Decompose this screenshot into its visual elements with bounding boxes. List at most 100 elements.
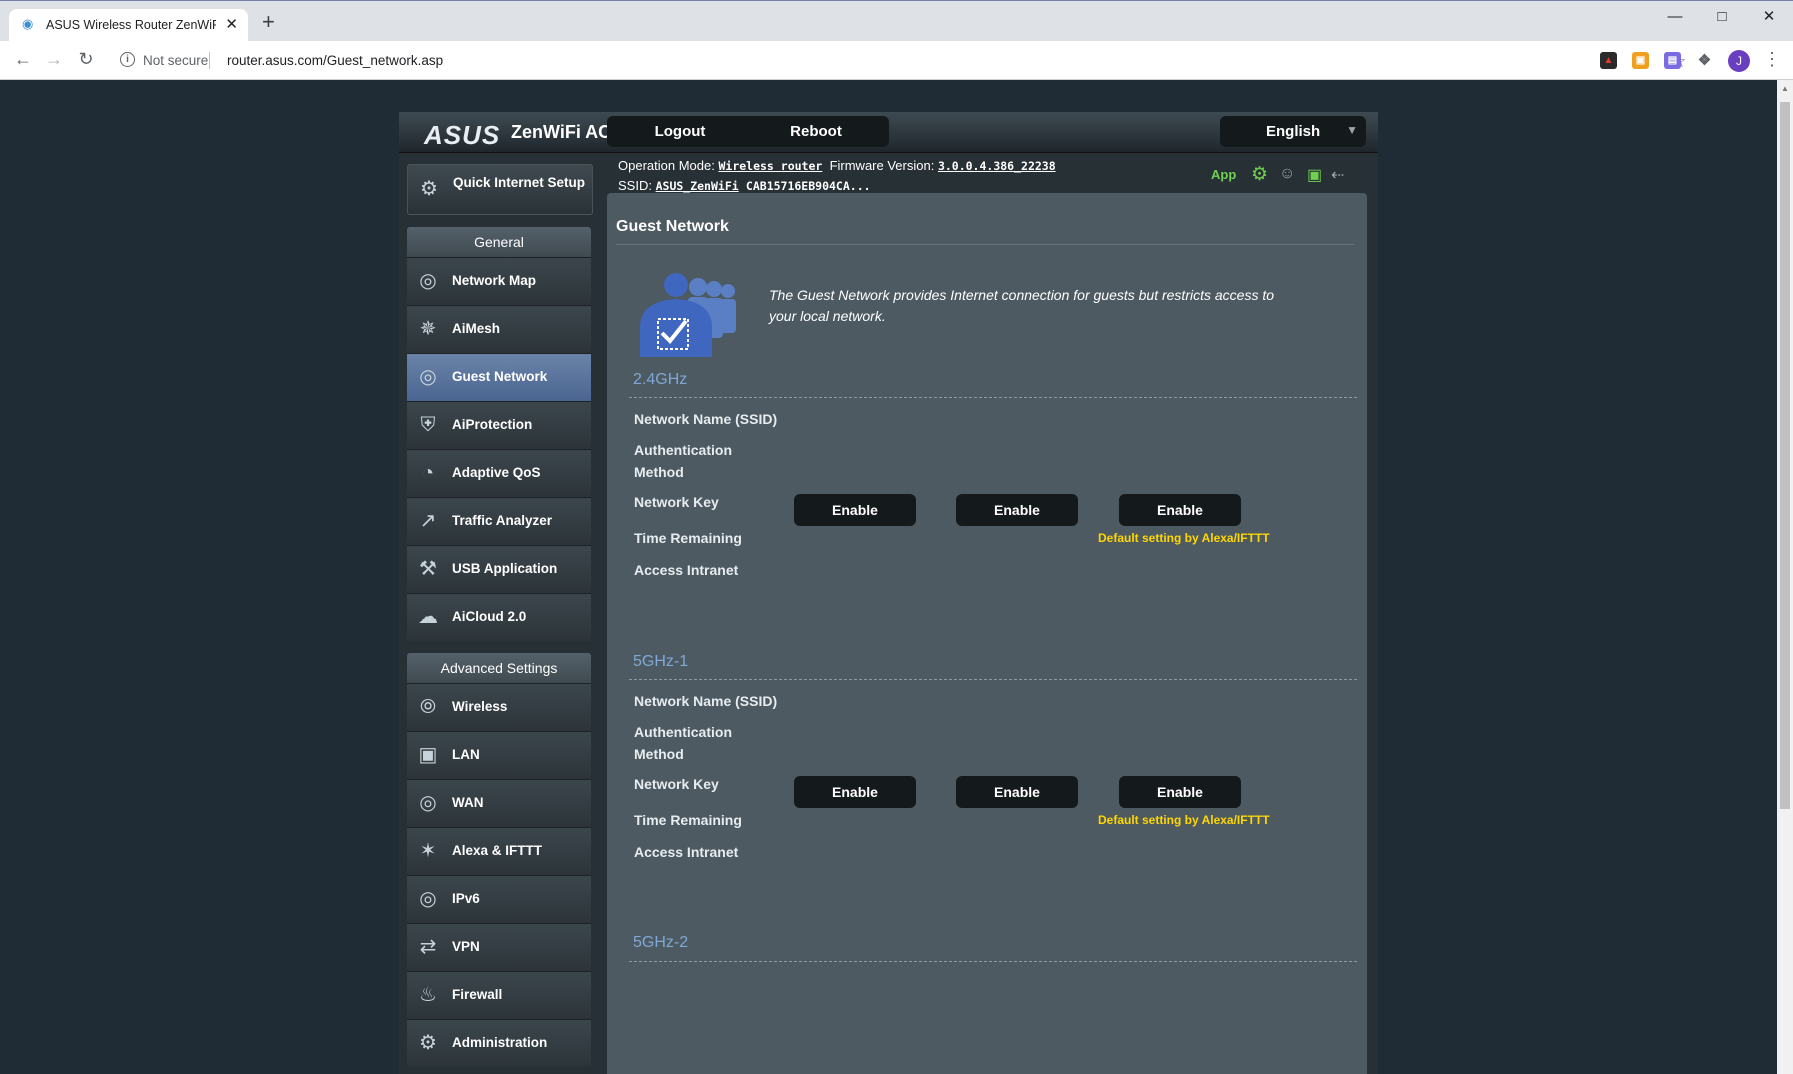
url-text[interactable]: router.asus.com/Guest_network.asp <box>227 53 443 68</box>
sidebar-item-vpn[interactable]: ⇄ VPN <box>407 923 591 971</box>
page-title: Guest Network <box>616 218 729 235</box>
enable-button[interactable]: Enable <box>956 494 1078 526</box>
op-mode-label: Operation Mode: <box>618 158 715 173</box>
sidebar-item-wan[interactable]: ◎ WAN <box>407 779 591 827</box>
wand-icon: ⚙ <box>420 178 438 200</box>
main-panel: Guest Network The Guest Network provides… <box>607 193 1367 1074</box>
close-window-icon[interactable]: ✕ <box>1749 5 1789 29</box>
sidebar-item-alexa-ifttt[interactable]: ✶ Alexa & IFTTT <box>407 827 591 875</box>
browser-tab[interactable]: ◉ ASUS Wireless Router ZenWiFi AC ✕ <box>9 9 248 42</box>
page-scrollbar[interactable]: ▲ <box>1777 80 1793 1074</box>
general-menu: General ◎ Network Map ✵ AiMesh ◎ Guest N… <box>407 227 591 641</box>
lock-icon: ⛨ <box>420 414 436 436</box>
docs-extension-icon[interactable]: ▤ <box>1664 52 1681 69</box>
wan-icon: ◎ <box>419 792 437 814</box>
fw-label: Firmware Version: <box>829 158 935 173</box>
tab-title: ASUS Wireless Router ZenWiFi AC <box>46 18 216 32</box>
globe-icon: ◎ <box>419 270 437 292</box>
close-tab-icon[interactable]: ✕ <box>225 15 238 33</box>
reload-icon[interactable]: ↻ <box>76 49 96 70</box>
sidebar-item-wireless[interactable]: ⦾ Wireless <box>407 683 591 731</box>
description-text: The Guest Network provides Internet conn… <box>769 287 1275 324</box>
usb-status-icon[interactable]: ⇠ <box>1331 165 1344 185</box>
advanced-header: Advanced Settings <box>407 653 591 683</box>
sidebar-item-label: Firewall <box>452 987 503 1002</box>
info-icon[interactable]: i <box>120 52 135 67</box>
back-icon[interactable]: ← <box>13 49 33 70</box>
sidebar-item-network-map[interactable]: ◎ Network Map <box>407 257 591 305</box>
label-method: Method <box>634 746 684 762</box>
chrome-menu-icon[interactable]: ⋮ <box>1763 49 1781 70</box>
sidebar-item-traffic-analyzer[interactable]: ↗ Traffic Analyzer <box>407 497 591 545</box>
ssid-label: SSID: <box>618 178 652 193</box>
app-link[interactable]: App <box>1211 167 1236 182</box>
quick-internet-setup-button[interactable]: ⚙ Quick Internet Setup <box>407 164 593 215</box>
guest-network-icon: ◎ <box>419 366 437 388</box>
url-separator <box>209 52 210 69</box>
general-header: General <box>407 227 591 257</box>
enable-button[interactable]: Enable <box>794 494 916 526</box>
status-line: Operation Mode: Wireless router Firmware… <box>618 156 1056 196</box>
maximize-icon[interactable]: □ <box>1702 5 1742 29</box>
browser-tab-bar: ◉ ASUS Wireless Router ZenWiFi AC ✕ + — … <box>0 0 1793 42</box>
settings-gear-icon[interactable]: ⚙ <box>1251 163 1268 186</box>
asus-logo: ASUS <box>424 120 501 150</box>
enable-button[interactable]: Enable <box>1119 494 1241 526</box>
sidebar-item-adaptive-qos[interactable]: ◔ Adaptive QoS <box>407 449 591 497</box>
sidebar-item-usb-application[interactable]: ⚒ USB Application <box>407 545 591 593</box>
sidebar-item-lan[interactable]: ▣ LAN <box>407 731 591 779</box>
pdf-extension-icon[interactable]: ▲ <box>1600 52 1617 69</box>
reboot-button[interactable]: Reboot <box>743 116 889 147</box>
devices-icon[interactable]: ▣ <box>1307 165 1322 185</box>
gauge-icon: ◔ <box>421 462 435 484</box>
chevron-down-icon: ▼ <box>1346 123 1358 137</box>
op-mode-link[interactable]: Wireless router <box>718 159 822 173</box>
ssid-link[interactable]: ASUS_ZenWiFi <box>656 179 739 193</box>
sidebar-item-guest-network[interactable]: ◎ Guest Network <box>407 353 591 401</box>
admin-icon: ⚙ <box>419 1032 437 1054</box>
language-select[interactable]: English ▼ <box>1220 116 1366 147</box>
minimize-icon[interactable]: — <box>1655 5 1695 29</box>
sidebar-item-label: IPv6 <box>452 891 480 906</box>
sidebar-item-aicloud[interactable]: ☁ AiCloud 2.0 <box>407 593 591 641</box>
language-value: English <box>1266 123 1321 140</box>
sidebar-item-label: VPN <box>452 939 480 954</box>
sidebar-item-label: AiProtection <box>452 417 533 432</box>
alexa-default-note: Default setting by Alexa/IFTTT <box>1098 813 1270 827</box>
sidebar-item-aimesh[interactable]: ✵ AiMesh <box>407 305 591 353</box>
label-network-name: Network Name (SSID) <box>634 693 778 709</box>
forward-icon[interactable]: → <box>44 49 64 70</box>
sidebar-item-label: WAN <box>452 795 484 810</box>
alexa-icon: ✶ <box>419 840 437 862</box>
clients-icon[interactable]: ☺ <box>1279 165 1295 183</box>
enable-button[interactable]: Enable <box>1119 776 1241 808</box>
lan-icon: ▣ <box>418 744 438 766</box>
scroll-up-icon[interactable]: ▲ <box>1781 84 1789 93</box>
ssid-secondary: CAB15716EB904CA... <box>745 179 871 193</box>
label-time-remaining: Time Remaining <box>634 812 742 828</box>
label-network-key: Network Key <box>634 776 719 792</box>
sidebar-item-label: Traffic Analyzer <box>452 513 553 528</box>
firmware-link[interactable]: 3.0.0.4.386_22238 <box>938 159 1056 173</box>
label-time-remaining: Time Remaining <box>634 530 742 546</box>
address-bar[interactable]: i Not secure router.asus.com/Guest_netwo… <box>112 46 1686 75</box>
sidebar-item-aiprotection[interactable]: ⛨ AiProtection <box>407 401 591 449</box>
enable-button[interactable]: Enable <box>956 776 1078 808</box>
guest-people-icon <box>640 273 736 357</box>
camera-extension-icon[interactable]: ▣ <box>1632 52 1649 69</box>
sidebar-item-ipv6[interactable]: ◎ IPv6 <box>407 875 591 923</box>
wifi-favicon-icon: ◉ <box>22 16 34 31</box>
logout-button[interactable]: Logout <box>607 116 753 147</box>
scroll-thumb[interactable] <box>1780 102 1790 809</box>
band-divider <box>629 961 1357 962</box>
label-access-intranet: Access Intranet <box>634 844 739 860</box>
enable-button[interactable]: Enable <box>794 776 916 808</box>
new-tab-icon[interactable]: + <box>262 11 275 33</box>
profile-avatar[interactable]: J <box>1728 50 1750 72</box>
sidebar-item-label: Administration <box>452 1035 548 1050</box>
sidebar-item-administration[interactable]: ⚙ Administration <box>407 1019 591 1067</box>
extensions-puzzle-icon[interactable]: ❖ <box>1696 52 1713 69</box>
sidebar-item-label: Adaptive QoS <box>452 465 541 480</box>
vpn-icon: ⇄ <box>419 936 437 958</box>
sidebar-item-firewall[interactable]: ♨ Firewall <box>407 971 591 1019</box>
